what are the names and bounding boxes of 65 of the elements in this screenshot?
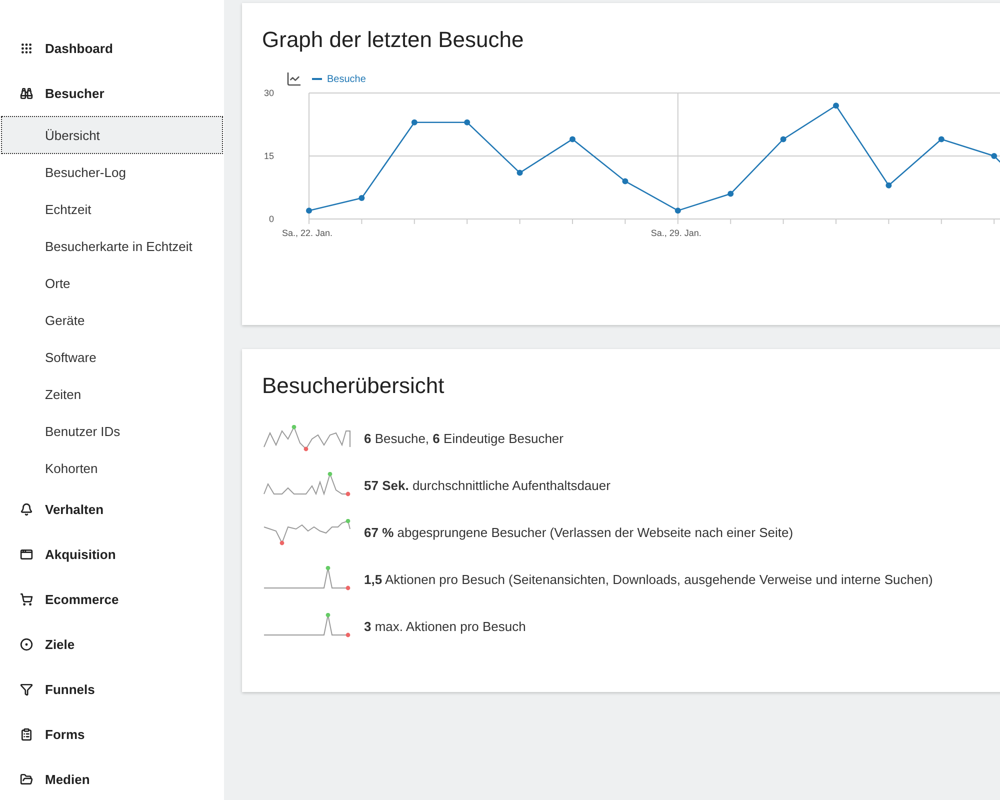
- point: [411, 119, 418, 126]
- point: [780, 136, 786, 142]
- axis-tick-label: 30: [264, 89, 274, 98]
- menu-item[interactable]: Forms: [0, 712, 224, 757]
- point: [570, 136, 576, 142]
- point: [991, 153, 998, 159]
- submenu-item[interactable]: Software: [2, 339, 222, 375]
- menu-item-label: Funnels: [45, 682, 95, 697]
- menu-item-icon: [20, 638, 33, 651]
- menu-item-label: Akquisition: [45, 547, 116, 562]
- menu-item-icon: [20, 728, 33, 741]
- menu-item-label: Dashboard: [45, 41, 113, 56]
- point: [516, 170, 523, 176]
- menu-item-label: Verhalten: [45, 502, 104, 517]
- axis-tick-label: 0: [268, 214, 274, 224]
- chart-type-icon[interactable]: [286, 71, 302, 87]
- submenu-item[interactable]: Echtzeit: [2, 191, 222, 227]
- card-title: Besucherübersicht: [262, 373, 446, 399]
- menu-item[interactable]: Dashboard: [0, 26, 224, 71]
- metric-text: 1,5 Aktionen pro Besuch (Seitenansichten, Downloads, ausgehende Verweise und interne Suchen): [364, 572, 933, 587]
- metric-text: 6 Besuche, 6 Eindeutige Besucher: [364, 431, 564, 446]
- menu-item-icon: [20, 548, 33, 561]
- menu-item[interactable]: Verhalten: [0, 487, 224, 532]
- submenu-item[interactable]: Besucher-Log: [2, 154, 222, 190]
- point: [358, 195, 365, 201]
- card-title: Graph der letzten Besuche: [262, 27, 525, 53]
- menu-item-icon: [20, 503, 33, 516]
- menu-item-label: Medien: [45, 772, 90, 787]
- menu-item[interactable]: Akquisition: [0, 532, 224, 577]
- point: [674, 208, 681, 214]
- menu-item-icon: [20, 42, 33, 55]
- menu-item-label: Ecommerce: [45, 592, 119, 607]
- point: [833, 102, 839, 109]
- submenu-item[interactable]: Zeiten: [2, 376, 222, 412]
- menu-item-icon: [20, 593, 33, 606]
- point: [622, 178, 628, 184]
- axis-tick-label: Sa., 29. Jan.: [650, 228, 702, 238]
- axis-tick-label: 15: [264, 151, 274, 161]
- axis-tick-label: Sa., 22. Jan.: [282, 228, 333, 238]
- menu-item-icon: [20, 87, 33, 100]
- submenu-item[interactable]: Benutzer IDs: [2, 413, 222, 449]
- submenu-item[interactable]: Übersicht: [2, 117, 222, 153]
- metric-text: 57 Sek. durchschnittliche Aufenthaltsdauer: [364, 478, 610, 493]
- submenu-item[interactable]: Orte: [2, 265, 222, 301]
- legend-item[interactable]: Besuche: [312, 74, 366, 84]
- point: [886, 182, 892, 188]
- point: [728, 190, 734, 197]
- menu-item[interactable]: Ecommerce: [0, 577, 224, 622]
- metric-text: 67 % abgesprungene Besucher (Verlassen der Webseite nach einer Seite): [364, 525, 794, 540]
- menu-item-label: Forms: [45, 727, 85, 742]
- point: [306, 208, 312, 214]
- submenu-item[interactable]: Kohorten: [2, 450, 222, 486]
- submenu-item[interactable]: Geräte: [2, 302, 222, 338]
- submenu-item[interactable]: Besucherkarte in Echtzeit: [2, 228, 222, 264]
- point: [938, 136, 944, 142]
- menu-item-label: Ziele: [45, 637, 75, 652]
- menu-item[interactable]: Medien: [0, 757, 224, 800]
- metric-text: 3 max. Aktionen pro Besuch: [364, 619, 526, 634]
- menu-item-icon: [20, 683, 33, 696]
- point: [464, 119, 470, 126]
- menu-item-icon: [20, 773, 33, 786]
- menu-item-label: Besucher: [45, 86, 104, 101]
- menu-item[interactable]: Ziele: [0, 622, 224, 667]
- menu-item[interactable]: Funnels: [0, 667, 224, 712]
- menu-item[interactable]: Besucher: [0, 71, 224, 116]
